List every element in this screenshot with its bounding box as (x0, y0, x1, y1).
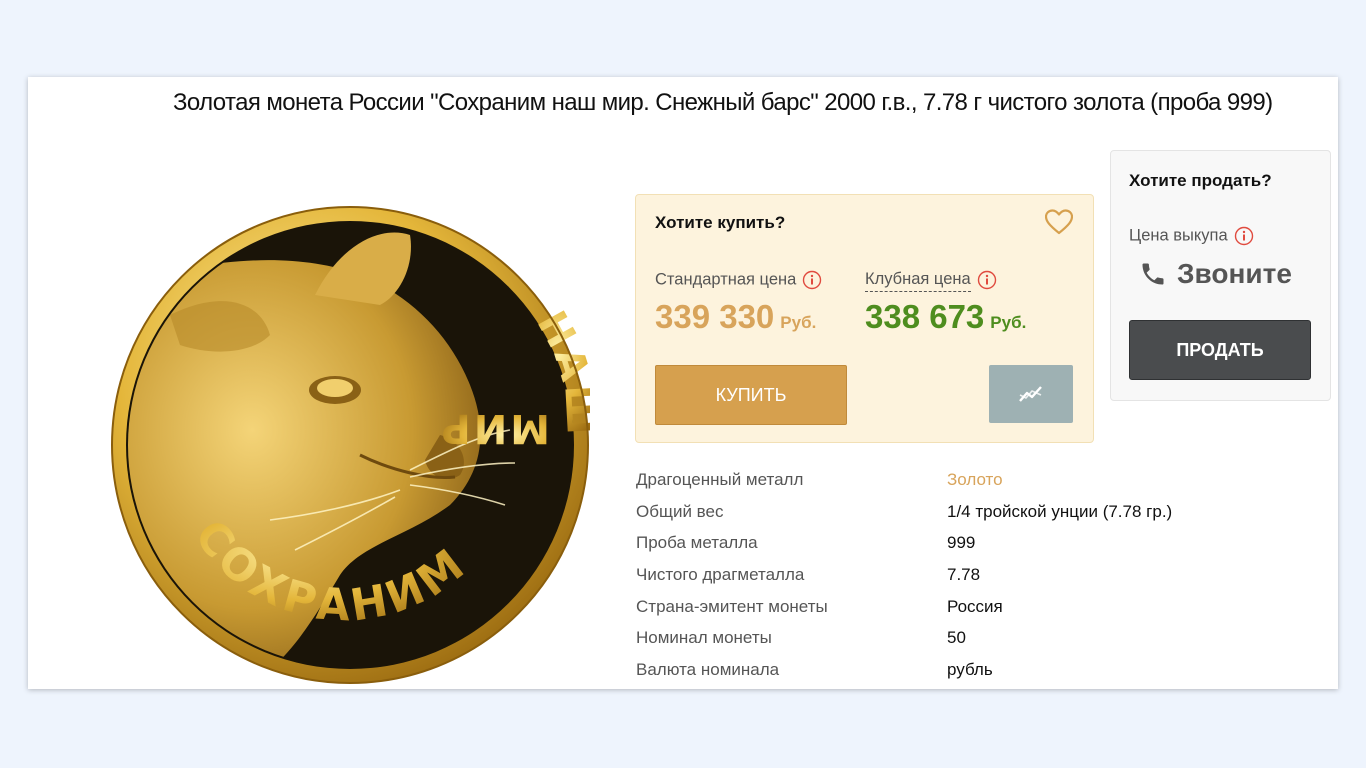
coin-image: СОХРАНИМ МИР НАШ (110, 205, 590, 685)
sell-title: Хотите продать? (1129, 171, 1272, 190)
club-price-currency: Руб. (990, 313, 1027, 332)
standard-price-currency: Руб. (780, 313, 817, 332)
spec-row: Драгоценный металл Золото (636, 470, 1286, 502)
spec-row: Страна-эмитент монеты Россия (636, 597, 1286, 629)
spec-value: Россия (947, 596, 1003, 616)
spec-label: Номинал монеты (636, 628, 772, 648)
spec-label: Драгоценный металл (636, 470, 804, 489)
spec-label: Страна-эмитент монеты (636, 596, 828, 616)
spec-label: Чистого драгметалла (636, 565, 805, 585)
sell-panel: Хотите продать? Цена выкупа Звоните ПРОД… (1110, 150, 1331, 401)
club-price-value: 338 673 (865, 298, 985, 335)
spec-value: 50 (947, 628, 966, 648)
spec-value: 999 (947, 533, 976, 553)
chart-icon (1019, 386, 1042, 402)
spec-label: Валюта номинала (636, 660, 780, 680)
spec-label: Общий вес (636, 501, 724, 521)
buy-title: Хотите купить? (655, 213, 786, 232)
call-text: Звоните (1177, 258, 1292, 289)
spec-value: 1/4 тройской унции (7.78 гр.) (947, 501, 1173, 521)
coin-inscription-top: МИР (438, 405, 550, 451)
buyback-label-text: Цена выкупа (1129, 226, 1228, 245)
snow-leopard-coin-icon: СОХРАНИМ МИР НАШ (111, 206, 590, 684)
phone-icon (1142, 263, 1164, 285)
spec-label: Проба металла (636, 533, 758, 553)
price-chart-button[interactable] (989, 365, 1073, 423)
buyback-price-label: Цена выкупа (1129, 226, 1254, 246)
spec-value[interactable]: Золото (947, 470, 1003, 490)
standard-price: 339 330 Руб. (655, 298, 816, 336)
club-price-label: Клубная цена (865, 270, 997, 293)
call-prompt[interactable]: Звоните (1139, 258, 1292, 290)
buy-button[interactable]: КУПИТЬ (655, 365, 847, 425)
info-icon[interactable] (1234, 226, 1254, 246)
spec-row: Номинал монеты 50 (636, 628, 1286, 660)
page-title: Золотая монета России "Сохраним наш мир.… (173, 89, 1273, 116)
standard-price-label-text: Стандартная цена (655, 270, 797, 289)
spec-row: Проба металла 999 (636, 533, 1286, 565)
heart-icon[interactable] (1045, 209, 1073, 235)
club-price: 338 673 Руб. (865, 298, 1026, 336)
standard-price-label: Стандартная цена (655, 270, 822, 290)
product-card: Золотая монета России "Сохраним наш мир.… (28, 77, 1338, 689)
spec-value: рубль (947, 660, 993, 680)
buy-panel: Хотите купить? Стандартная цена Клубная … (635, 194, 1094, 443)
standard-price-value: 339 330 (655, 298, 775, 335)
sell-button[interactable]: ПРОДАТЬ (1129, 320, 1311, 380)
svg-text:МИР: МИР (438, 405, 550, 451)
spec-row: Чистого драгметалла 7.78 (636, 565, 1286, 597)
spec-value: 7.78 (947, 565, 981, 585)
info-icon[interactable] (977, 270, 997, 290)
club-price-label-text[interactable]: Клубная цена (865, 270, 971, 293)
specs-table: Драгоценный металл Золото Общий вес 1/4 … (636, 470, 1286, 689)
info-icon[interactable] (802, 270, 822, 290)
spec-row: Валюта номинала рубль (636, 660, 1286, 689)
spec-row: Общий вес 1/4 тройской унции (7.78 гр.) (636, 502, 1286, 534)
